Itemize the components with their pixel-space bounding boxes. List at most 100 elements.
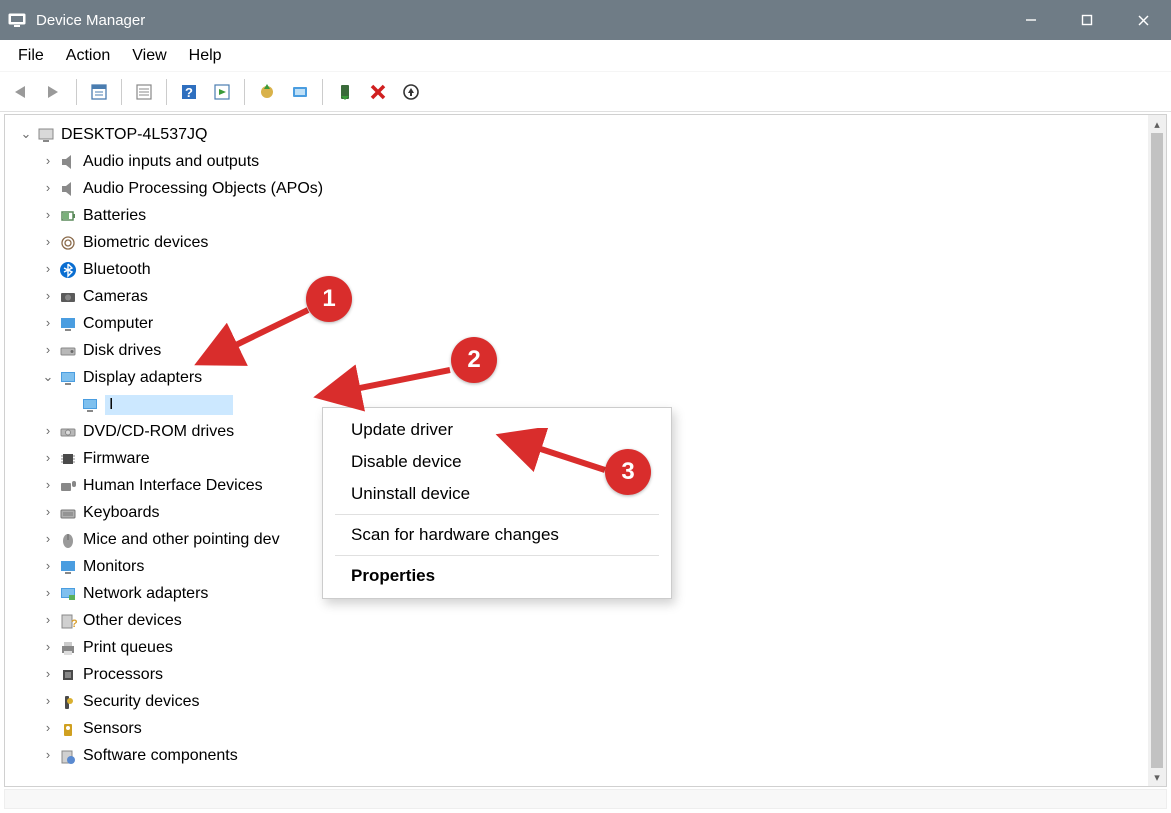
expand-icon[interactable]: › (39, 612, 57, 627)
scroll-thumb[interactable] (1151, 133, 1163, 768)
sensor-icon (57, 720, 79, 738)
window-controls (1003, 0, 1171, 40)
tree-item-cameras[interactable]: › Cameras (7, 283, 1146, 310)
speaker-icon (57, 180, 79, 198)
menu-action[interactable]: Action (56, 44, 120, 68)
tree-item-label: Monitors (83, 558, 144, 576)
update-driver-button[interactable] (252, 77, 282, 107)
menu-update-driver[interactable]: Update driver (323, 414, 671, 446)
expand-icon[interactable]: › (39, 693, 57, 708)
scroll-down-icon[interactable]: ▾ (1148, 768, 1166, 786)
expand-icon[interactable]: › (39, 234, 57, 249)
menu-properties[interactable]: Properties (323, 560, 671, 592)
forward-button[interactable] (39, 77, 69, 107)
tree-item-software-components[interactable]: ›Software components (7, 742, 1146, 769)
collapse-icon[interactable]: ⌄ (39, 369, 57, 385)
properties-button[interactable] (129, 77, 159, 107)
expand-icon[interactable]: › (39, 450, 57, 465)
tree-item-label: Mice and other pointing dev (83, 531, 280, 549)
tree-item-print-queues[interactable]: ›Print queues (7, 634, 1146, 661)
statusbar (4, 789, 1167, 809)
tree-item-audio-inputs[interactable]: ›Audio inputs and outputs (7, 148, 1146, 175)
collapse-icon[interactable]: ⌄ (17, 126, 35, 142)
display-icon (79, 396, 101, 414)
tree-item-label: DVD/CD-ROM drives (83, 423, 234, 441)
menu-help[interactable]: Help (179, 44, 232, 68)
menu-file[interactable]: File (8, 44, 54, 68)
disable-device-button[interactable] (363, 77, 393, 107)
scan-hardware-button[interactable] (285, 77, 315, 107)
back-button[interactable] (6, 77, 36, 107)
expand-icon[interactable]: › (39, 558, 57, 573)
tree-item-sensors[interactable]: ›Sensors (7, 715, 1146, 742)
tree-item-label: Keyboards (83, 504, 160, 522)
expand-icon[interactable]: › (39, 180, 57, 195)
help-button[interactable]: ? (174, 77, 204, 107)
menu-separator (335, 555, 659, 556)
printer-icon (57, 639, 79, 657)
display-icon (57, 369, 79, 387)
expand-icon[interactable]: › (39, 423, 57, 438)
vertical-scrollbar[interactable]: ▴ ▾ (1148, 115, 1166, 786)
expand-icon[interactable]: › (39, 342, 57, 357)
app-icon (8, 11, 26, 29)
keyboard-icon (57, 504, 79, 522)
tree-root[interactable]: ⌄ DESKTOP-4L537JQ (7, 121, 1146, 148)
tree-item-batteries[interactable]: ›Batteries (7, 202, 1146, 229)
separator (121, 79, 122, 105)
tree-item-computer[interactable]: ›Computer (7, 310, 1146, 337)
expand-icon[interactable]: › (39, 477, 57, 492)
expand-icon[interactable]: › (39, 720, 57, 735)
tree-item-label: Audio Processing Objects (APOs) (83, 180, 323, 198)
fingerprint-icon (57, 234, 79, 252)
expand-icon[interactable]: › (39, 585, 57, 600)
tree-item-bluetooth[interactable]: ›Bluetooth (7, 256, 1146, 283)
menu-view[interactable]: View (122, 44, 176, 68)
tree-item-biometric[interactable]: ›Biometric devices (7, 229, 1146, 256)
expand-icon[interactable]: › (39, 747, 57, 762)
expand-icon[interactable]: › (39, 315, 57, 330)
tree-item-label: Cameras (83, 288, 148, 306)
minimize-button[interactable] (1003, 0, 1059, 40)
camera-icon (57, 288, 79, 306)
computer-icon (35, 126, 57, 144)
chip-icon (57, 450, 79, 468)
expand-icon[interactable]: › (39, 261, 57, 276)
expand-icon[interactable]: › (39, 207, 57, 222)
expand-icon[interactable]: › (39, 153, 57, 168)
tree-item-security[interactable]: › Security devices (7, 688, 1146, 715)
tree-item-audio-processing[interactable]: › Audio Processing Objects (APOs) (7, 175, 1146, 202)
battery-icon (57, 207, 79, 225)
security-icon (57, 693, 79, 711)
tree-item-label: Network adapters (83, 585, 208, 603)
network-icon (57, 585, 79, 603)
menu-scan-hardware[interactable]: Scan for hardware changes (323, 519, 671, 551)
uninstall-device-button[interactable] (396, 77, 426, 107)
tree-item-processors[interactable]: ›Processors (7, 661, 1146, 688)
close-button[interactable] (1115, 0, 1171, 40)
expand-icon[interactable]: › (39, 639, 57, 654)
dvd-icon (57, 423, 79, 441)
expand-icon[interactable]: › (39, 504, 57, 519)
monitor-icon (57, 315, 79, 333)
enable-device-button[interactable] (330, 77, 360, 107)
tree-root-label: DESKTOP-4L537JQ (61, 126, 207, 144)
show-hide-tree-button[interactable] (84, 77, 114, 107)
separator (322, 79, 323, 105)
expand-icon[interactable]: › (39, 288, 57, 303)
expand-icon[interactable]: › (39, 666, 57, 681)
monitor-icon (57, 558, 79, 576)
speaker-icon (57, 153, 79, 171)
maximize-button[interactable] (1059, 0, 1115, 40)
annotation-badge-3: 3 (605, 449, 651, 495)
tree-item-label: Security devices (83, 693, 200, 711)
expand-icon[interactable]: › (39, 531, 57, 546)
disk-icon (57, 342, 79, 360)
window-title: Device Manager (36, 12, 145, 29)
tree-item-other[interactable]: ›?Other devices (7, 607, 1146, 634)
tree-item-display-adapters[interactable]: ⌄Display adapters (7, 364, 1146, 391)
action-button[interactable] (207, 77, 237, 107)
hid-icon (57, 477, 79, 495)
scroll-up-icon[interactable]: ▴ (1148, 115, 1166, 133)
tree-item-disk-drives[interactable]: ›Disk drives (7, 337, 1146, 364)
